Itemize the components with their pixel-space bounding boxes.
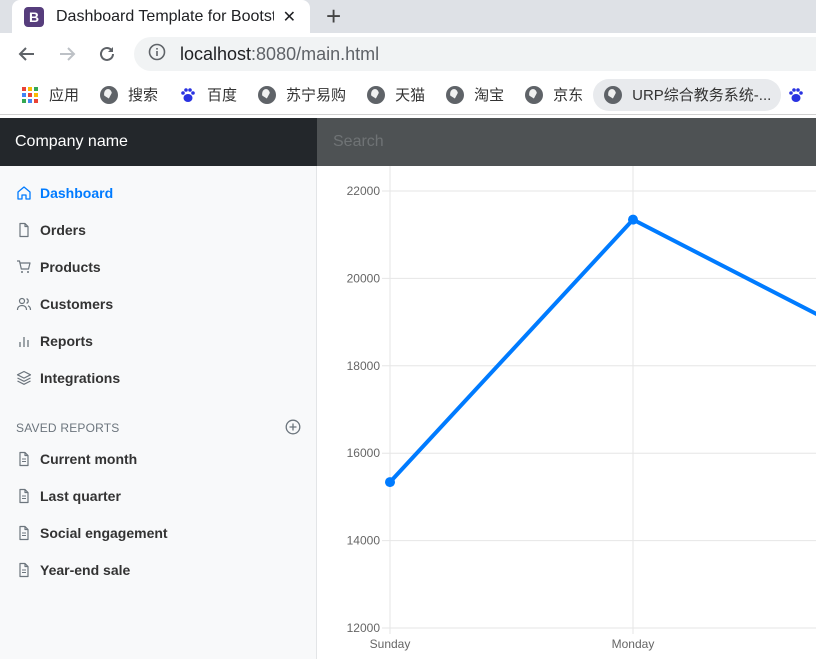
bookmark-label: 淘宝: [474, 87, 505, 104]
sidebar-item-current-month[interactable]: Current month: [16, 448, 137, 470]
file-text-icon: [16, 451, 32, 467]
file-text-icon: [16, 488, 32, 504]
search-input[interactable]: [317, 118, 816, 166]
bookmark-item[interactable]: 搜索: [89, 79, 168, 111]
url-text: localhost:8080/main.html: [180, 43, 380, 64]
users-icon: [16, 296, 32, 312]
x-tick-label: Sunday: [370, 637, 411, 651]
reload-icon[interactable]: [94, 41, 120, 67]
address-bar[interactable]: localhost:8080/main.html: [134, 37, 816, 71]
sidebar-item-label: Orders: [40, 222, 86, 238]
close-tab-icon[interactable]: ✕: [283, 7, 296, 27]
sidebar-item-label: Year-end sale: [40, 562, 131, 578]
sidebar-item-dashboard[interactable]: Dashboard: [16, 182, 113, 204]
bookmark-item[interactable]: 淘宝: [435, 79, 514, 111]
saved-reports-heading: SAVED REPORTS: [16, 421, 120, 435]
file-text-icon: [16, 525, 32, 541]
sidebar-item-label: Customers: [40, 296, 114, 312]
bookmark-label: 应用: [49, 87, 80, 104]
globe-icon: [257, 85, 277, 105]
globe-icon: [445, 85, 465, 105]
baidu-paw-icon: [178, 85, 198, 105]
browser-toolbar: localhost:8080/main.html: [0, 33, 816, 75]
sidebar-item-integrations[interactable]: Integrations: [16, 367, 120, 389]
navbar-brand[interactable]: Company name: [0, 118, 317, 166]
sidebar-item-label: Integrations: [40, 370, 121, 386]
bookmark-label: 百度: [207, 87, 238, 104]
info-icon[interactable]: [148, 43, 166, 66]
series-line: [388, 217, 816, 484]
sidebar-item-label: Last quarter: [40, 488, 121, 504]
y-tick-label: 20000: [347, 271, 381, 285]
navbar-search: [317, 118, 816, 166]
bookmark-item[interactable]: 苏宁易购: [247, 79, 356, 111]
globe-icon: [366, 85, 386, 105]
sidebar-item-reports[interactable]: Reports: [16, 330, 93, 352]
bookmark-label: 苏宁易购: [286, 87, 347, 104]
apps-grid-icon: [20, 85, 40, 105]
bookmark-item[interactable]: 百度: [168, 79, 247, 111]
sidebar-item-label: Dashboard: [40, 185, 114, 201]
sidebar-item-label: Products: [40, 259, 101, 275]
sidebar-item-orders[interactable]: Orders: [16, 219, 86, 241]
x-tick-label: Monday: [612, 637, 655, 651]
new-tab-icon[interactable]: +: [326, 2, 341, 30]
bookmark-label: 搜索: [128, 87, 159, 104]
bootstrap-favicon-icon: B: [24, 6, 44, 27]
sidebar: SAVED REPORTS Dashboard Orders Products Cus…: [0, 166, 317, 659]
browser-tab-strip: B Dashboard Template for Bootstrap ✕ +: [0, 0, 816, 33]
home-icon: [16, 185, 32, 201]
sidebar-item-label: Reports: [40, 333, 93, 349]
sidebar-item-label: Social engagement: [40, 525, 168, 541]
sidebar-item-social-engagement[interactable]: Social engagement: [16, 522, 168, 544]
bookmark-item[interactable]: 应用: [0, 79, 89, 111]
bookmark-label: 京东: [553, 87, 584, 104]
add-report-icon[interactable]: [285, 419, 301, 440]
bookmarks-bar: 应用 搜索 百度 苏宁易购 天猫 淘宝 京东 URP综合教务系统-...: [0, 75, 816, 115]
y-tick-label: 12000: [347, 621, 381, 635]
data-point: [385, 477, 395, 488]
sidebar-item-last-quarter[interactable]: Last quarter: [16, 485, 121, 507]
y-tick-label: 14000: [347, 534, 381, 548]
bookmark-item[interactable]: 京东: [514, 79, 593, 111]
bookmark-label: URP综合教务系统-...: [632, 87, 772, 104]
sidebar-item-products[interactable]: Products: [16, 256, 101, 278]
browser-tab[interactable]: B Dashboard Template for Bootstrap ✕: [12, 0, 310, 33]
layers-icon: [16, 370, 32, 386]
sidebar-item-customers[interactable]: Customers: [16, 293, 113, 315]
globe-icon: [603, 85, 623, 105]
sidebar-item-label: Current month: [40, 451, 138, 467]
file-icon: [16, 222, 32, 238]
forward-arrow-icon[interactable]: [54, 41, 80, 67]
file-text-icon: [16, 562, 32, 578]
y-tick-label: 22000: [347, 184, 381, 198]
back-arrow-icon[interactable]: [14, 41, 40, 67]
bookmark-label: 天猫: [395, 87, 426, 104]
globe-icon: [524, 85, 544, 105]
sidebar-item-year-end-sale[interactable]: Year-end sale: [16, 559, 130, 581]
y-tick-label: 18000: [347, 359, 381, 373]
bar-chart-icon: [16, 333, 32, 349]
bookmark-item[interactable]: 天猫: [356, 79, 435, 111]
bookmark-item[interactable]: URP综合教务系统-...: [593, 78, 782, 111]
shopping-cart-icon: [16, 259, 32, 275]
bookmark-overflow-baidu-icon[interactable]: [781, 79, 815, 111]
globe-icon: [99, 85, 119, 105]
y-tick-label: 16000: [347, 446, 381, 460]
tab-title: Dashboard Template for Bootstrap: [56, 7, 274, 25]
line-chart: 12000 14000 16000 18000 20000 22000 Sunday Mond…: [347, 166, 816, 651]
data-point: [628, 214, 638, 225]
